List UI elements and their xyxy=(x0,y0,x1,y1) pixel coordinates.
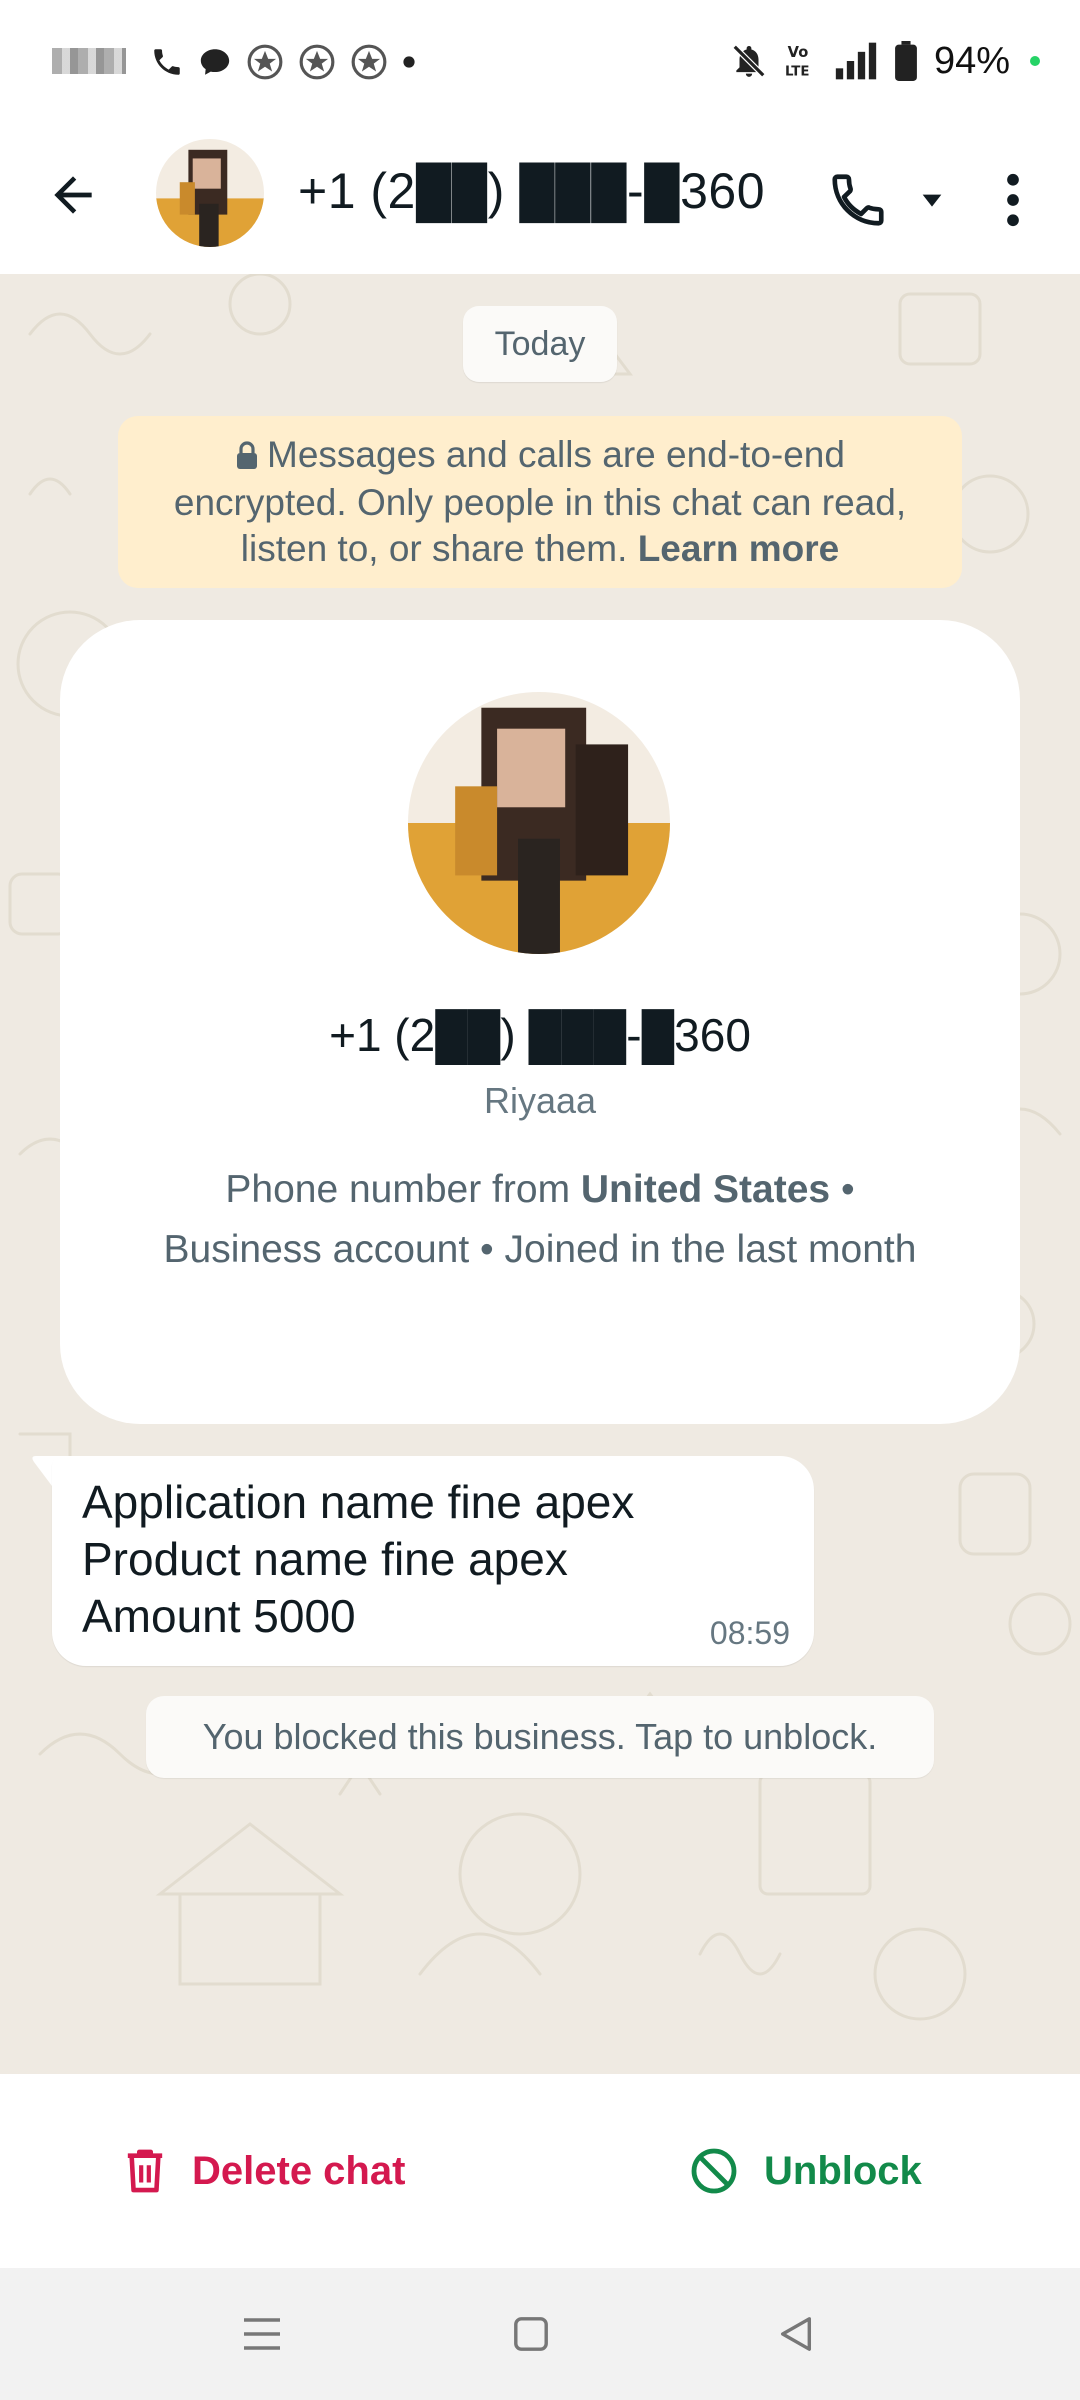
arrow-left-icon xyxy=(54,176,92,214)
more-options-button[interactable] xyxy=(988,162,1038,238)
delete-chat-label: Delete chat xyxy=(192,2148,406,2193)
profile-avatar[interactable] xyxy=(408,692,670,954)
profile-info-prefix: Phone number from xyxy=(225,1168,581,1211)
status-notification-icons xyxy=(150,40,416,84)
learn-more-link[interactable]: Learn more xyxy=(638,528,840,569)
svg-text:Vo: Vo xyxy=(788,44,809,61)
contact-phone-title[interactable]: +1 (2██) ███-█360 xyxy=(298,162,765,220)
profile-phone: +1 (2██) ███-█360 xyxy=(329,1009,751,1061)
date-chip: Today xyxy=(463,306,617,382)
back-button[interactable] xyxy=(40,162,106,228)
encryption-notice[interactable]: Messages and calls are end-to-end encryp… xyxy=(118,416,962,588)
phone-icon xyxy=(832,174,884,226)
voice-call-button[interactable] xyxy=(820,162,896,238)
message-notification-icon xyxy=(200,49,230,75)
message-line: Application name fine apex xyxy=(82,1476,635,1528)
home-button[interactable] xyxy=(503,2306,559,2362)
contact-profile-card: +1 (2██) ███-█360 Riyaaa Phone number fr… xyxy=(60,620,1020,1424)
triangle-back-icon xyxy=(780,2317,812,2351)
square-home-icon xyxy=(514,2317,548,2351)
app-notification-icon xyxy=(351,44,387,80)
app-notification-icon xyxy=(299,44,335,80)
signal-icon xyxy=(835,42,877,80)
incoming-message[interactable]: Application name fine apex Product name … xyxy=(52,1456,814,1666)
mute-bell-icon xyxy=(732,44,766,78)
message-line: Amount 5000 xyxy=(82,1590,356,1642)
chat-header: +1 (2██) ███-█360 xyxy=(0,118,1080,274)
message-time: 08:59 xyxy=(709,1615,790,1651)
delete-chat-button[interactable]: Delete chat xyxy=(124,2136,405,2206)
more-notifications-dot-icon xyxy=(403,56,415,68)
unblock-button[interactable]: Unblock xyxy=(690,2136,922,2206)
profile-country: United States xyxy=(580,1168,831,1211)
battery-percent: 94% xyxy=(933,39,1010,82)
app-notification-icon xyxy=(247,44,283,80)
status-bar: Vo LTE 94% xyxy=(0,0,1080,118)
volte-icon: Vo LTE xyxy=(785,44,809,80)
trash-icon xyxy=(127,2149,163,2193)
recents-button[interactable] xyxy=(234,2306,290,2362)
blocked-action-bar: Delete chat Unblock xyxy=(0,2074,1080,2268)
contact-avatar[interactable] xyxy=(156,139,264,247)
avatar-image xyxy=(156,139,264,247)
call-options-dropdown[interactable] xyxy=(912,180,952,220)
back-nav-button[interactable] xyxy=(768,2306,824,2362)
battery-icon xyxy=(895,41,917,81)
chat-area[interactable]: Today Messages and calls are end-to-end … xyxy=(0,274,1080,2074)
menu-lines-icon xyxy=(244,2318,280,2350)
caret-down-icon xyxy=(922,194,942,207)
unblock-label: Unblock xyxy=(764,2148,922,2193)
block-icon xyxy=(691,2148,737,2194)
profile-name: Riyaaa xyxy=(483,1080,597,1121)
status-system-icons: Vo LTE 94% xyxy=(730,36,1040,86)
phone-call-notification-icon xyxy=(154,49,180,75)
status-time-redacted xyxy=(52,48,126,74)
message-line: Product name fine apex xyxy=(82,1533,568,1585)
privacy-indicator-dot xyxy=(1030,56,1040,66)
profile-info: Phone number from United States • Busine… xyxy=(160,1160,920,1280)
blocked-notice[interactable]: You blocked this business. Tap to unbloc… xyxy=(146,1696,934,1778)
more-vert-icon xyxy=(1007,173,1019,227)
profile-avatar-image xyxy=(408,692,670,954)
lock-icon xyxy=(235,434,259,480)
system-nav-bar xyxy=(0,2268,1080,2400)
svg-text:LTE: LTE xyxy=(785,65,809,80)
